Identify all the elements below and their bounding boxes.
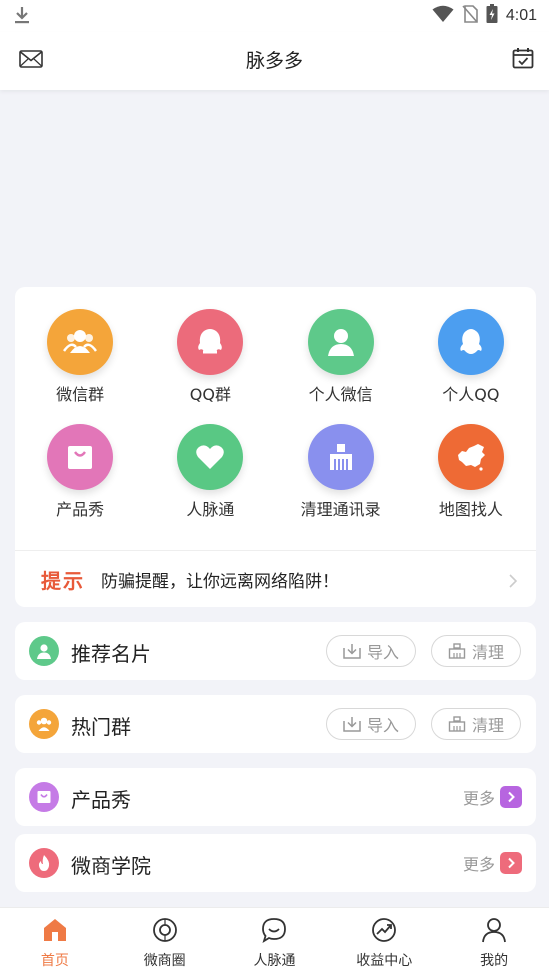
battery-icon: [486, 4, 498, 28]
tab-home[interactable]: 首页: [0, 908, 110, 976]
broom-icon: [448, 643, 466, 659]
tab-label: 收益中心: [356, 953, 413, 969]
tip-tag: 提示: [41, 568, 85, 593]
grid-item-qq-group[interactable]: QQ群: [145, 309, 275, 406]
grid-label: 个人微信: [308, 385, 373, 404]
row-title: 产品秀: [71, 788, 131, 812]
tab-profile[interactable]: 我的: [439, 908, 549, 976]
clean-label: 清理: [471, 643, 504, 662]
grid-label: 清理通讯录: [300, 500, 381, 519]
qq-icon: [437, 309, 504, 375]
trend-icon: [371, 917, 397, 947]
status-bar: 4:01: [0, 0, 549, 32]
bottom-tab-bar: 首页 微商圈 人脉通 收益中心 我的: [0, 907, 549, 976]
tab-label: 微商圈: [143, 953, 186, 969]
grid-item-map-search[interactable]: 地图找人: [406, 424, 536, 521]
page-title: 脉多多: [245, 50, 303, 72]
clean-button[interactable]: 清理: [431, 708, 521, 740]
compass-icon: [152, 917, 178, 947]
import-icon: [343, 644, 361, 659]
app-header: 脉多多: [0, 32, 549, 90]
flame-icon: [29, 848, 59, 878]
qq-group-icon: [177, 309, 244, 375]
grid-item-connections[interactable]: 人脉通: [145, 424, 275, 521]
shopping-bag-icon: [47, 424, 114, 490]
chat-icon: [261, 917, 287, 947]
feature-grid-card: 微信群 QQ群 个人微信 个人QQ 产品秀 人脉通 清理通讯录 地图找人 提示 …: [15, 287, 536, 607]
shopping-bag-icon: [29, 782, 59, 812]
broom-icon: [448, 716, 466, 732]
academy-row[interactable]: 微商学院 更多: [15, 834, 536, 892]
tab-earnings[interactable]: 收益中心: [329, 908, 439, 976]
recommended-cards-row[interactable]: 推荐名片 导入 清理: [15, 622, 536, 680]
chevron-right-icon: [500, 852, 522, 874]
import-icon: [343, 717, 361, 732]
wifi-icon: [432, 5, 454, 27]
grid-label: 产品秀: [56, 500, 105, 519]
more-link[interactable]: 更多: [463, 851, 522, 875]
hot-groups-row[interactable]: 热门群 导入 清理: [15, 695, 536, 753]
heart-icon: [177, 424, 244, 490]
grid-item-product-show[interactable]: 产品秀: [15, 424, 145, 521]
grid-label: QQ群: [189, 385, 231, 404]
grid-label: 微信群: [56, 385, 105, 404]
product-show-row[interactable]: 产品秀 更多: [15, 768, 536, 826]
tab-connections[interactable]: 人脉通: [220, 908, 330, 976]
users-icon: [29, 709, 59, 739]
broom-icon: [307, 424, 374, 490]
users-icon: [47, 309, 114, 375]
more-link[interactable]: 更多: [463, 785, 522, 809]
calendar-check-icon[interactable]: [512, 47, 534, 73]
import-label: 导入: [366, 716, 399, 735]
tab-wechat-circle[interactable]: 微商圈: [110, 908, 220, 976]
grid-item-clean-contacts[interactable]: 清理通讯录: [276, 424, 406, 521]
person-icon: [307, 309, 374, 375]
more-label: 更多: [462, 855, 495, 874]
chevron-right-icon: [500, 786, 522, 808]
tip-message: 防骗提醒，让你远离网络陷阱！: [101, 571, 339, 592]
no-sim-icon: [462, 5, 478, 27]
home-icon: [42, 917, 68, 947]
grid-item-personal-qq[interactable]: 个人QQ: [406, 309, 536, 406]
grid-item-personal-wechat[interactable]: 个人微信: [276, 309, 406, 406]
user-icon: [481, 917, 507, 947]
china-map-icon: [437, 424, 504, 490]
grid-item-wechat-group[interactable]: 微信群: [15, 309, 145, 406]
row-title: 热门群: [71, 715, 131, 739]
row-title: 微商学院: [71, 854, 151, 878]
clean-label: 清理: [471, 716, 504, 735]
more-label: 更多: [462, 789, 495, 808]
import-button[interactable]: 导入: [326, 635, 416, 667]
tab-label: 人脉通: [253, 953, 296, 969]
grid-label: 人脉通: [186, 500, 235, 519]
import-button[interactable]: 导入: [326, 708, 416, 740]
clean-button[interactable]: 清理: [431, 635, 521, 667]
grid-label: 个人QQ: [442, 385, 500, 404]
feature-grid: 微信群 QQ群 个人微信 个人QQ 产品秀 人脉通 清理通讯录 地图找人: [15, 309, 536, 521]
chevron-right-icon: [509, 573, 518, 592]
grid-label: 地图找人: [438, 500, 503, 519]
download-icon: [13, 5, 31, 29]
tab-label: 我的: [480, 953, 509, 969]
person-icon: [29, 636, 59, 666]
import-label: 导入: [366, 643, 399, 662]
clock-time: 4:01: [505, 7, 537, 24]
row-title: 推荐名片: [71, 642, 151, 666]
tab-label: 首页: [40, 953, 69, 969]
anti-fraud-tip[interactable]: 提示 防骗提醒，让你远离网络陷阱！: [15, 550, 536, 607]
